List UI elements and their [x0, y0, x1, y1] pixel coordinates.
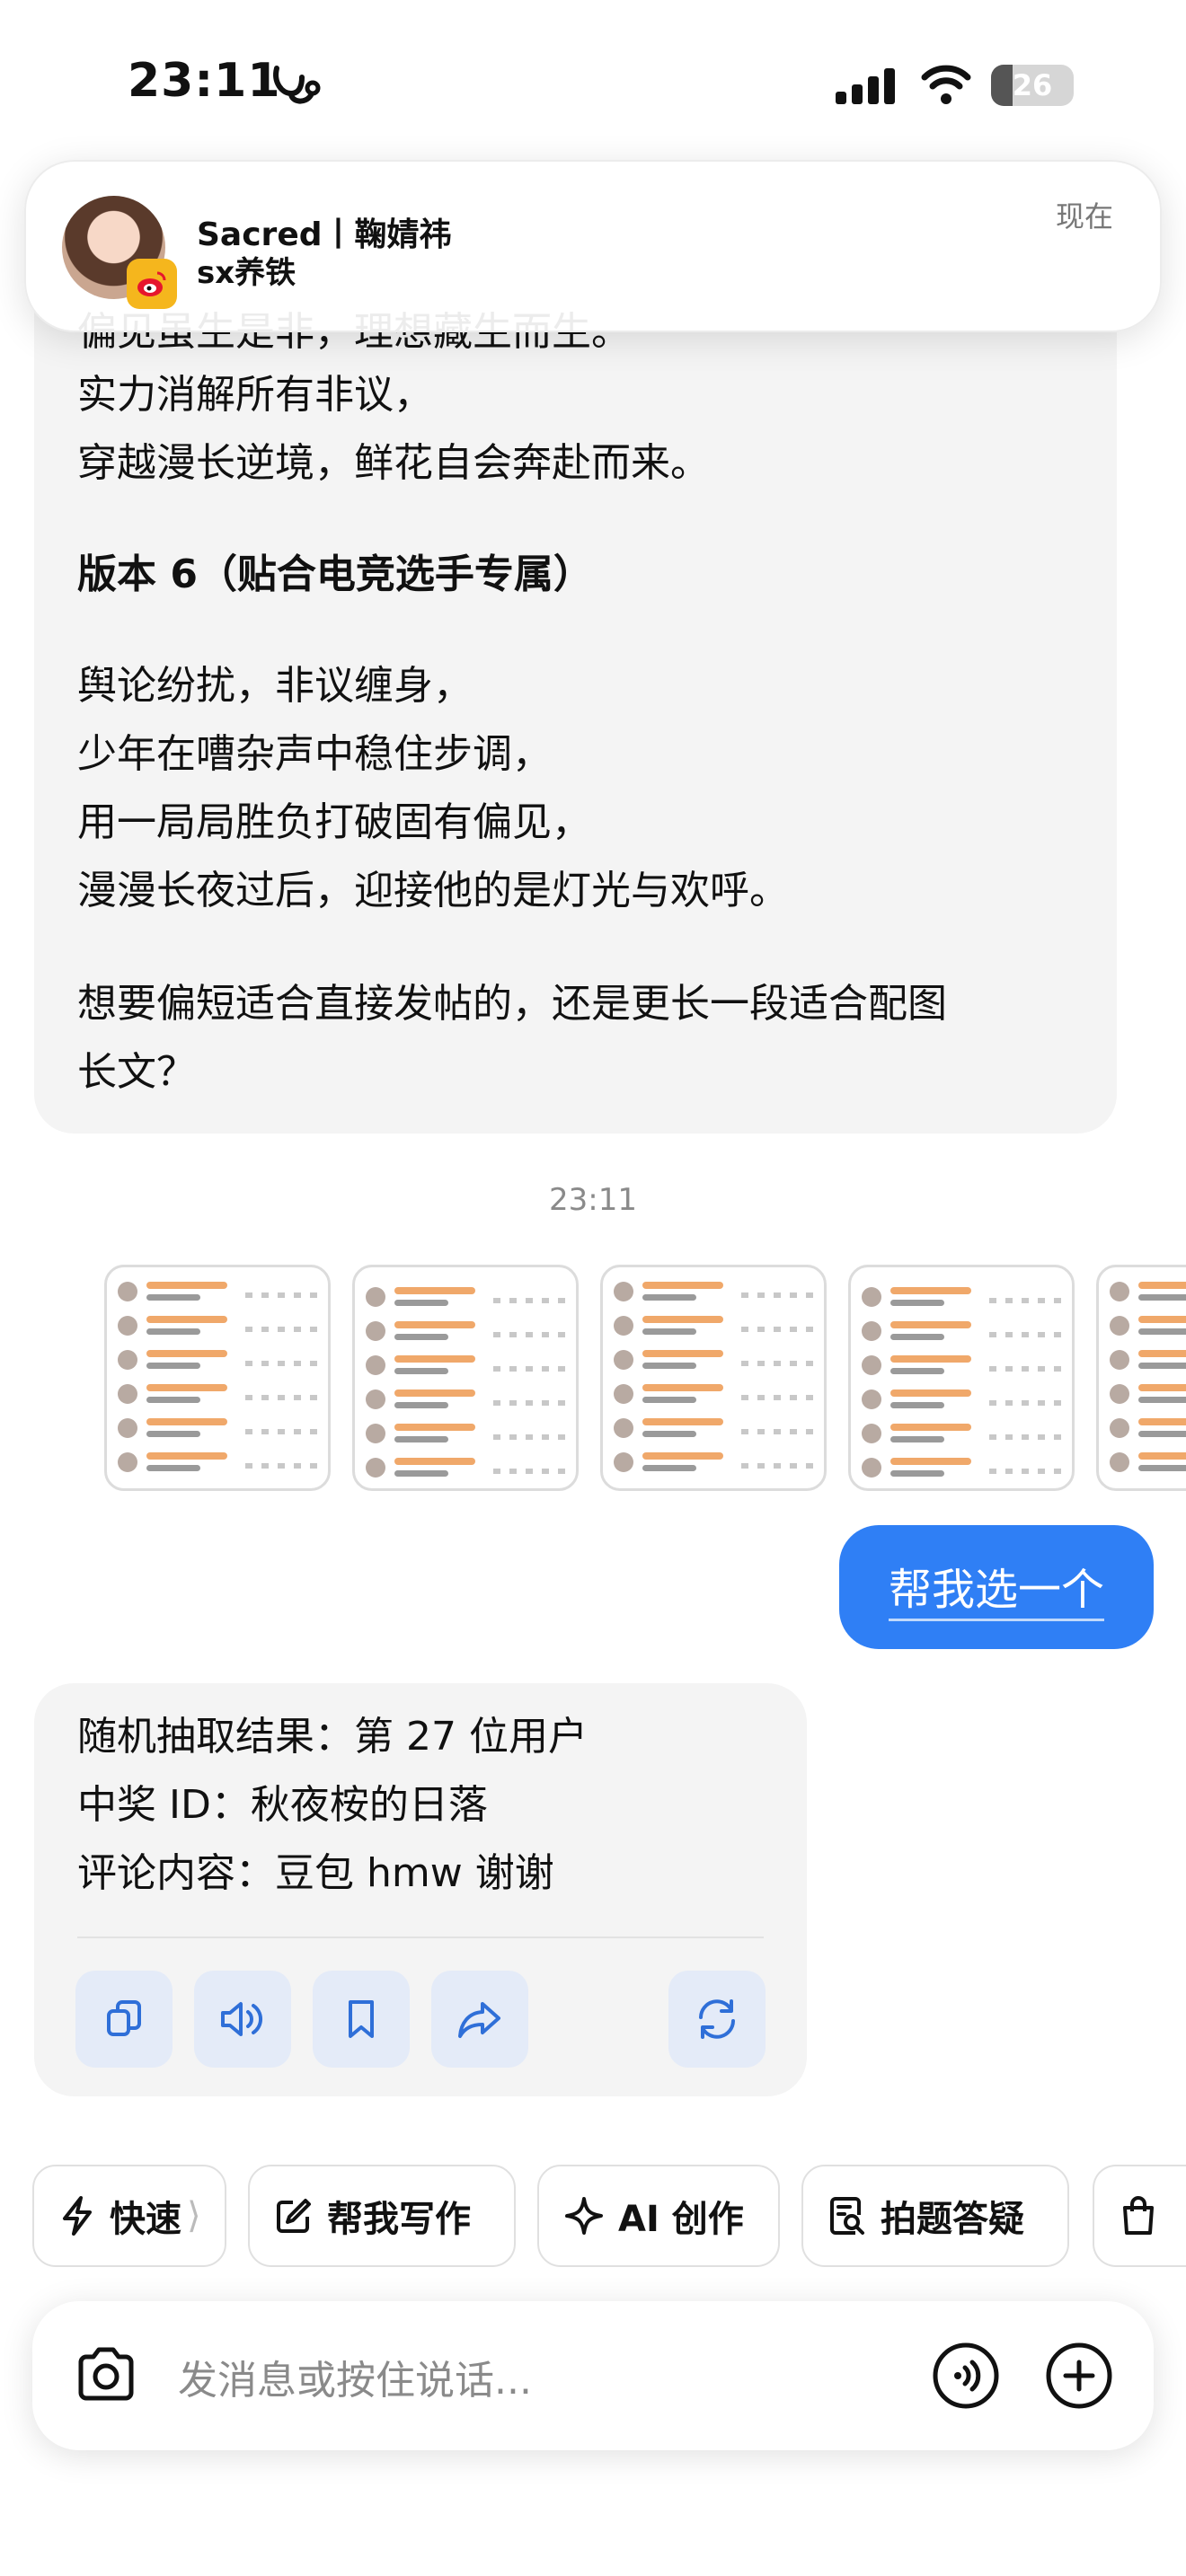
thumbnail-comment-row	[1110, 1452, 1186, 1472]
read-aloud-button[interactable]	[194, 1971, 291, 2068]
quick-action-shopping[interactable]	[1093, 2165, 1186, 2267]
notification-time: 现在	[1055, 199, 1113, 234]
thumbnail-comment-row	[614, 1350, 813, 1370]
attachment-thumbnail[interactable]	[104, 1265, 331, 1491]
copy-button[interactable]	[75, 1971, 173, 2068]
thumbnail-comment-row	[118, 1282, 317, 1301]
thumbnail-comment-row	[118, 1452, 317, 1472]
thumbnail-comment-row	[1110, 1350, 1186, 1370]
quick-action-label: 拍题答疑	[881, 2199, 1024, 2240]
attachment-strip[interactable]	[104, 1265, 1186, 1493]
attachment-thumbnail[interactable]	[352, 1265, 579, 1491]
poem-line: 舆论纷扰，非议缠身，	[77, 663, 473, 709]
thumbnail-comment-row	[118, 1350, 317, 1370]
thumbnail-comment-row	[862, 1424, 1061, 1443]
camera-icon[interactable]	[74, 2344, 138, 2405]
message-input-bar[interactable]: 发消息或按住说话...	[32, 2301, 1154, 2450]
thumbnail-comment-row	[366, 1287, 565, 1307]
notification-banner[interactable]: Sacred丨鞠婧祎 sx养铁 现在	[24, 160, 1162, 332]
message-heading: 版本 6（贴合电竞选手专属）	[77, 551, 593, 597]
thumbnail-comment-row	[862, 1458, 1061, 1478]
chevron-right-icon: ⟩	[187, 2195, 201, 2236]
bookmark-button[interactable]	[313, 1971, 410, 2068]
quick-action-ai-create[interactable]: AI 创作	[537, 2165, 780, 2267]
question-line: 想要偏短适合直接发帖的，还是更长一段适合配图	[77, 981, 947, 1027]
quick-action-label: AI 创作	[618, 2199, 744, 2240]
notification-body: sx养铁	[197, 255, 296, 291]
thumbnail-comment-row	[366, 1389, 565, 1409]
thumbnail-comment-row	[1110, 1384, 1186, 1404]
attachment-thumbnail[interactable]	[1096, 1265, 1186, 1491]
result-line: 评论内容：豆包 hmw 谢谢	[77, 1850, 554, 1896]
wifi-icon	[921, 65, 971, 104]
voice-call-icon[interactable]	[931, 2341, 1001, 2411]
thumbnail-comment-row	[614, 1384, 813, 1404]
thumbnail-comment-row	[862, 1355, 1061, 1375]
thumbnail-comment-row	[1110, 1316, 1186, 1336]
status-bar: 23:11 26	[0, 0, 1186, 171]
thumbnail-comment-row	[118, 1384, 317, 1404]
thumbnail-comment-row	[614, 1282, 813, 1301]
user-message-text: 帮我选一个	[888, 1554, 1104, 1621]
status-time: 23:11	[128, 54, 281, 108]
speaker-icon	[221, 2002, 262, 2036]
thumbnail-comment-row	[118, 1316, 317, 1336]
thumbnail-comment-row	[366, 1321, 565, 1341]
lightning-icon	[63, 2196, 92, 2236]
attachment-thumbnail[interactable]	[600, 1265, 827, 1491]
battery-level: 26	[1012, 68, 1053, 102]
signal-icon	[836, 68, 895, 104]
shopping-bag-icon	[1123, 2196, 1154, 2235]
thumbnail-comment-row	[614, 1316, 813, 1336]
quick-action-label: 快速	[110, 2199, 181, 2240]
battery-icon: 26	[991, 65, 1074, 106]
thumbnail-comment-row	[1110, 1282, 1186, 1301]
regenerate-icon	[699, 1999, 735, 2039]
result-line: 随机抽取结果：第 27 位用户	[77, 1714, 588, 1760]
edit-icon	[277, 2199, 311, 2233]
poem-line: 用一局局胜负打破固有偏见，	[77, 799, 591, 845]
thumbnail-comment-row	[862, 1287, 1061, 1307]
message-timestamp: 23:11	[549, 1182, 637, 1218]
plus-circle-icon[interactable]	[1044, 2341, 1114, 2411]
sparkle-icon	[565, 2197, 603, 2235]
poem-line: 少年在嘈杂声中稳住步调，	[77, 731, 552, 777]
message-input[interactable]: 发消息或按住说话...	[178, 2348, 532, 2405]
thumbnail-comment-row	[1110, 1418, 1186, 1438]
message-line: 穿越漫长逆境，鲜花自会奔赴而来。	[77, 440, 710, 486]
user-message-bubble: 帮我选一个	[839, 1525, 1154, 1649]
stethoscope-icon	[273, 66, 321, 104]
quick-action-photo-question[interactable]: 拍题答疑	[801, 2165, 1069, 2267]
thumbnail-comment-row	[366, 1458, 565, 1478]
thumbnail-comment-row	[366, 1355, 565, 1375]
attachment-thumbnail[interactable]	[848, 1265, 1075, 1491]
regenerate-button[interactable]	[668, 1971, 766, 2068]
result-line: 中奖 ID：秋夜桉的日落	[77, 1782, 488, 1828]
divider	[77, 1936, 764, 1938]
bookmark-icon	[349, 2000, 374, 2038]
copy-icon	[107, 2000, 141, 2036]
share-button[interactable]	[431, 1971, 528, 2068]
quick-action-writing[interactable]: 帮我写作	[248, 2165, 516, 2267]
thumbnail-comment-row	[118, 1418, 317, 1438]
share-icon	[458, 2002, 500, 2038]
thumbnail-comment-row	[862, 1389, 1061, 1409]
thumbnail-comment-row	[614, 1418, 813, 1438]
poem-line: 漫漫长夜过后，迎接他的是灯光与欢呼。	[77, 868, 789, 913]
quick-action-fast[interactable]: 快速 ⟩	[32, 2165, 226, 2267]
assistant-result-bubble: 随机抽取结果：第 27 位用户 中奖 ID：秋夜桉的日落 评论内容：豆包 hmw…	[34, 1683, 807, 2096]
scan-question-icon	[830, 2197, 864, 2235]
thumbnail-comment-row	[366, 1424, 565, 1443]
quick-action-label: 帮我写作	[327, 2199, 471, 2240]
thumbnail-comment-row	[862, 1321, 1061, 1341]
weibo-icon	[127, 259, 177, 309]
thumbnail-comment-row	[614, 1452, 813, 1472]
question-line: 长文？	[77, 1049, 196, 1095]
message-line: 实力消解所有非议，	[77, 372, 433, 418]
